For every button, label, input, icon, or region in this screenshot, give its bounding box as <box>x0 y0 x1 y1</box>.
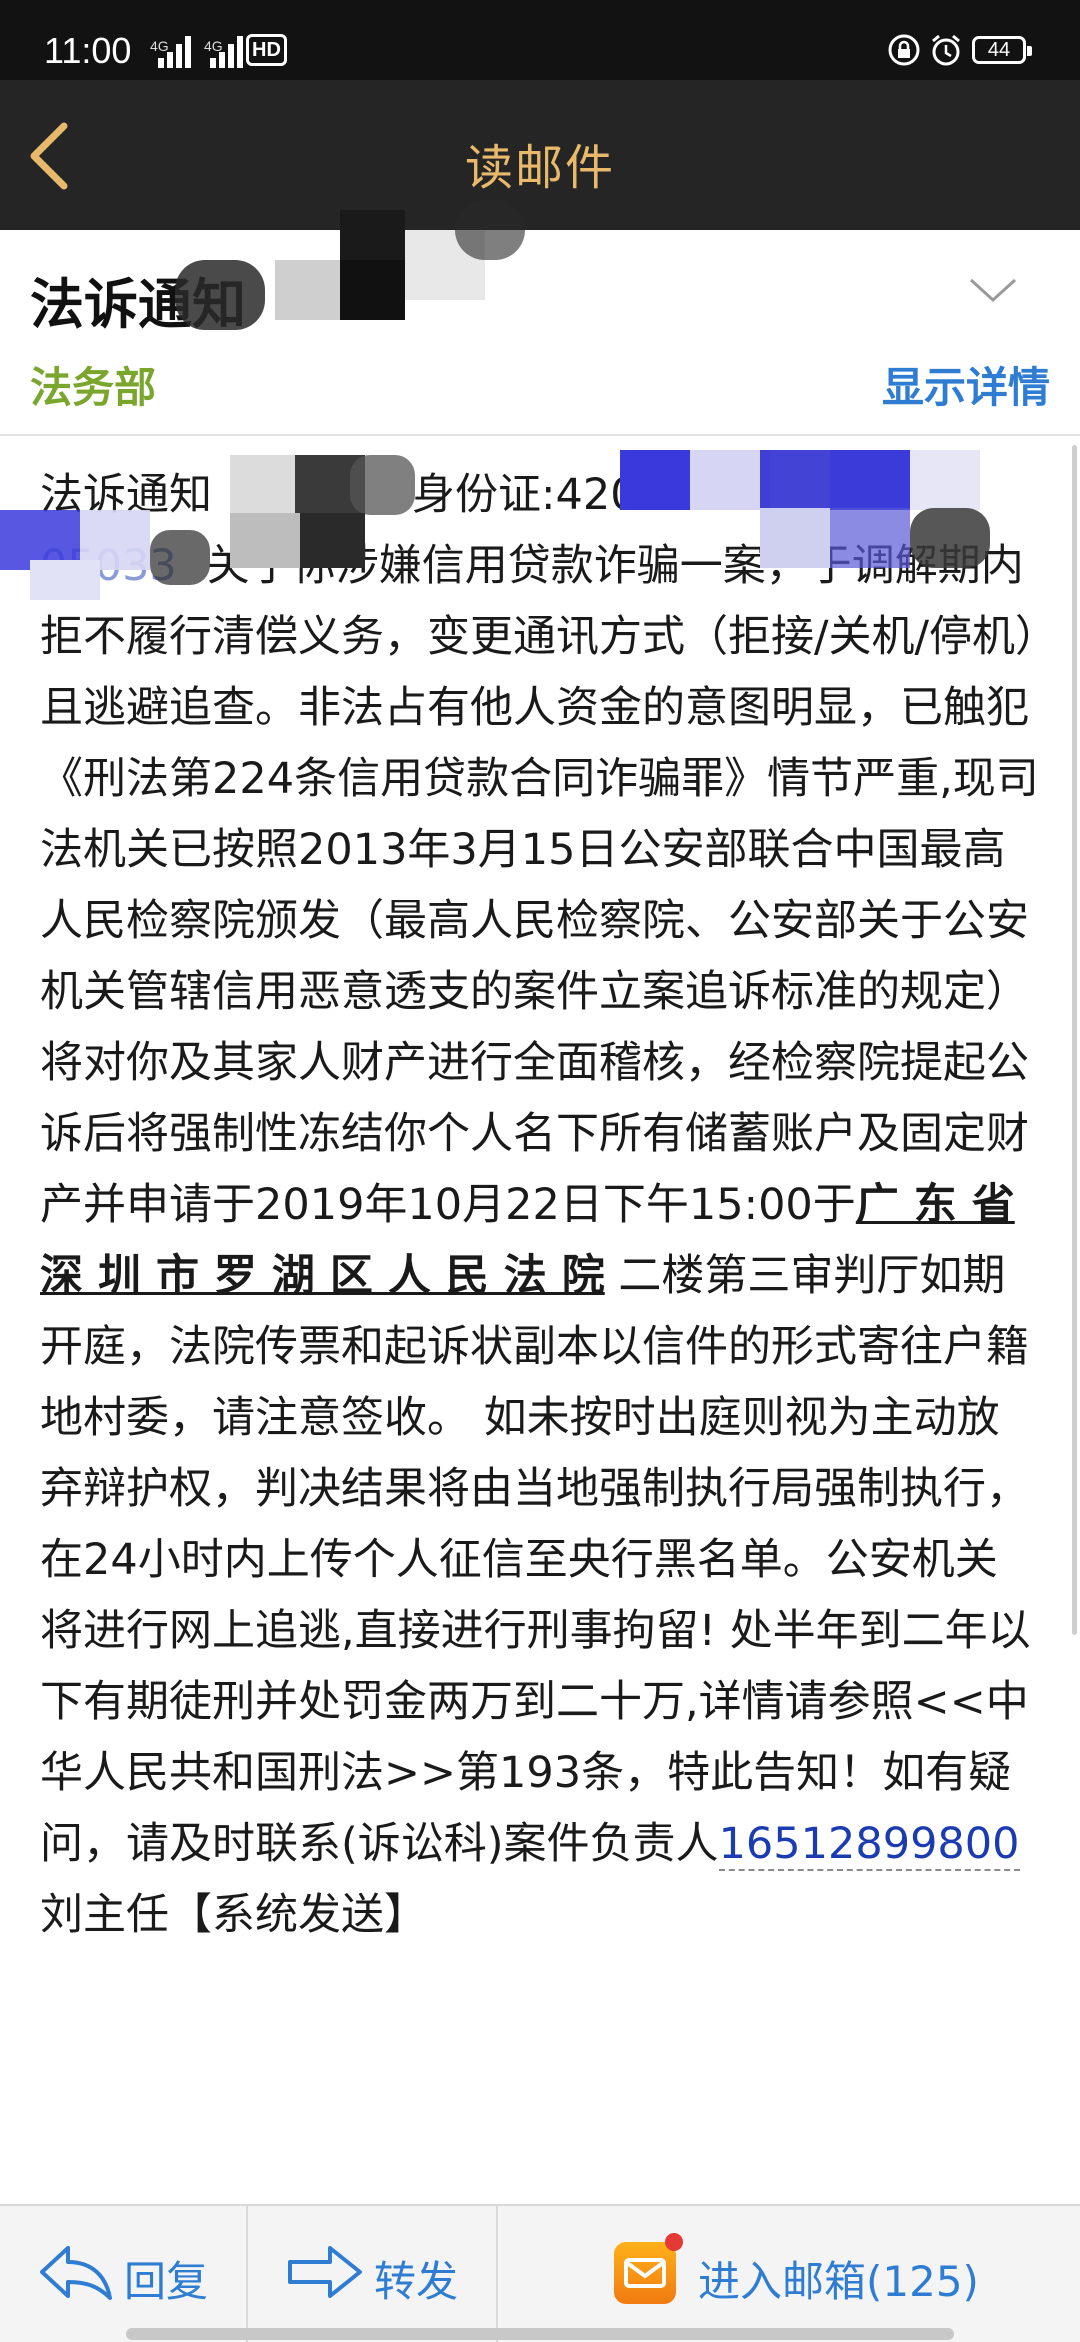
inbox-label: 进入邮箱(125) <box>698 2257 979 2306</box>
hd-voice-icon: HD <box>246 34 287 66</box>
scrollbar[interactable] <box>1072 445 1077 1635</box>
mail-sender[interactable]: 法务部 <box>30 354 156 415</box>
body-text-3: 05033 <box>40 541 177 591</box>
alarm-icon <box>932 34 960 66</box>
mail-body: 法诉通知 身份证:420 05033 关于你涉嫌信用贷款诈骗一案，于调解期内拒不履行… <box>40 460 1040 1951</box>
chevron-down-icon[interactable] <box>968 270 1018 310</box>
page-title: 读邮件 <box>464 140 615 196</box>
body-text-1: 法诉通知 <box>40 470 212 520</box>
header-divider <box>0 434 1080 436</box>
battery-icon: 44 <box>972 36 1032 64</box>
mail-subject: 法诉通知 <box>30 273 246 336</box>
phone-number-link[interactable]: 16512899800 <box>718 1819 1020 1871</box>
body-text-4: 关于你涉嫌信用贷款诈骗一案，于调解期内拒不履行清偿义务，变更通讯方式（拒接/关机… <box>40 541 1039 1230</box>
reply-arrow-icon <box>40 2246 112 2300</box>
reply-button[interactable]: 回复 <box>0 2206 246 2342</box>
status-time: 11:00 <box>44 30 132 71</box>
home-indicator[interactable] <box>126 2328 954 2340</box>
show-details-link[interactable]: 显示详情 <box>882 354 1050 415</box>
body-text-6: 刘主任【系统发送】 <box>40 1890 427 1940</box>
mail-header: 法诉通知 法务部 显示详情 <box>0 230 1080 438</box>
reply-label: 回复 <box>124 2257 209 2306</box>
mailbox-icon <box>614 2233 683 2304</box>
bottom-toolbar: 回复 转发 进入邮箱(125) <box>0 2204 1080 2342</box>
status-bar: 11:00 4G 4G HD 44 <box>0 0 1080 80</box>
nav-bar: 读邮件 <box>0 80 1080 230</box>
inbox-button[interactable]: 进入邮箱(125) <box>498 2206 1080 2342</box>
forward-button[interactable]: 转发 <box>248 2206 496 2342</box>
body-text-5: 二楼第三审判厅如期开庭，法院传票和起诉状副本以信件的形式寄往户籍地村委，请注意签… <box>40 1251 1031 1869</box>
signal-label-1: 4G <box>150 38 169 54</box>
lock-rotation-icon <box>888 34 920 66</box>
forward-label: 转发 <box>374 2257 459 2306</box>
forward-arrow-icon <box>288 2246 362 2298</box>
body-text-2: 身份证:420 <box>412 470 638 520</box>
